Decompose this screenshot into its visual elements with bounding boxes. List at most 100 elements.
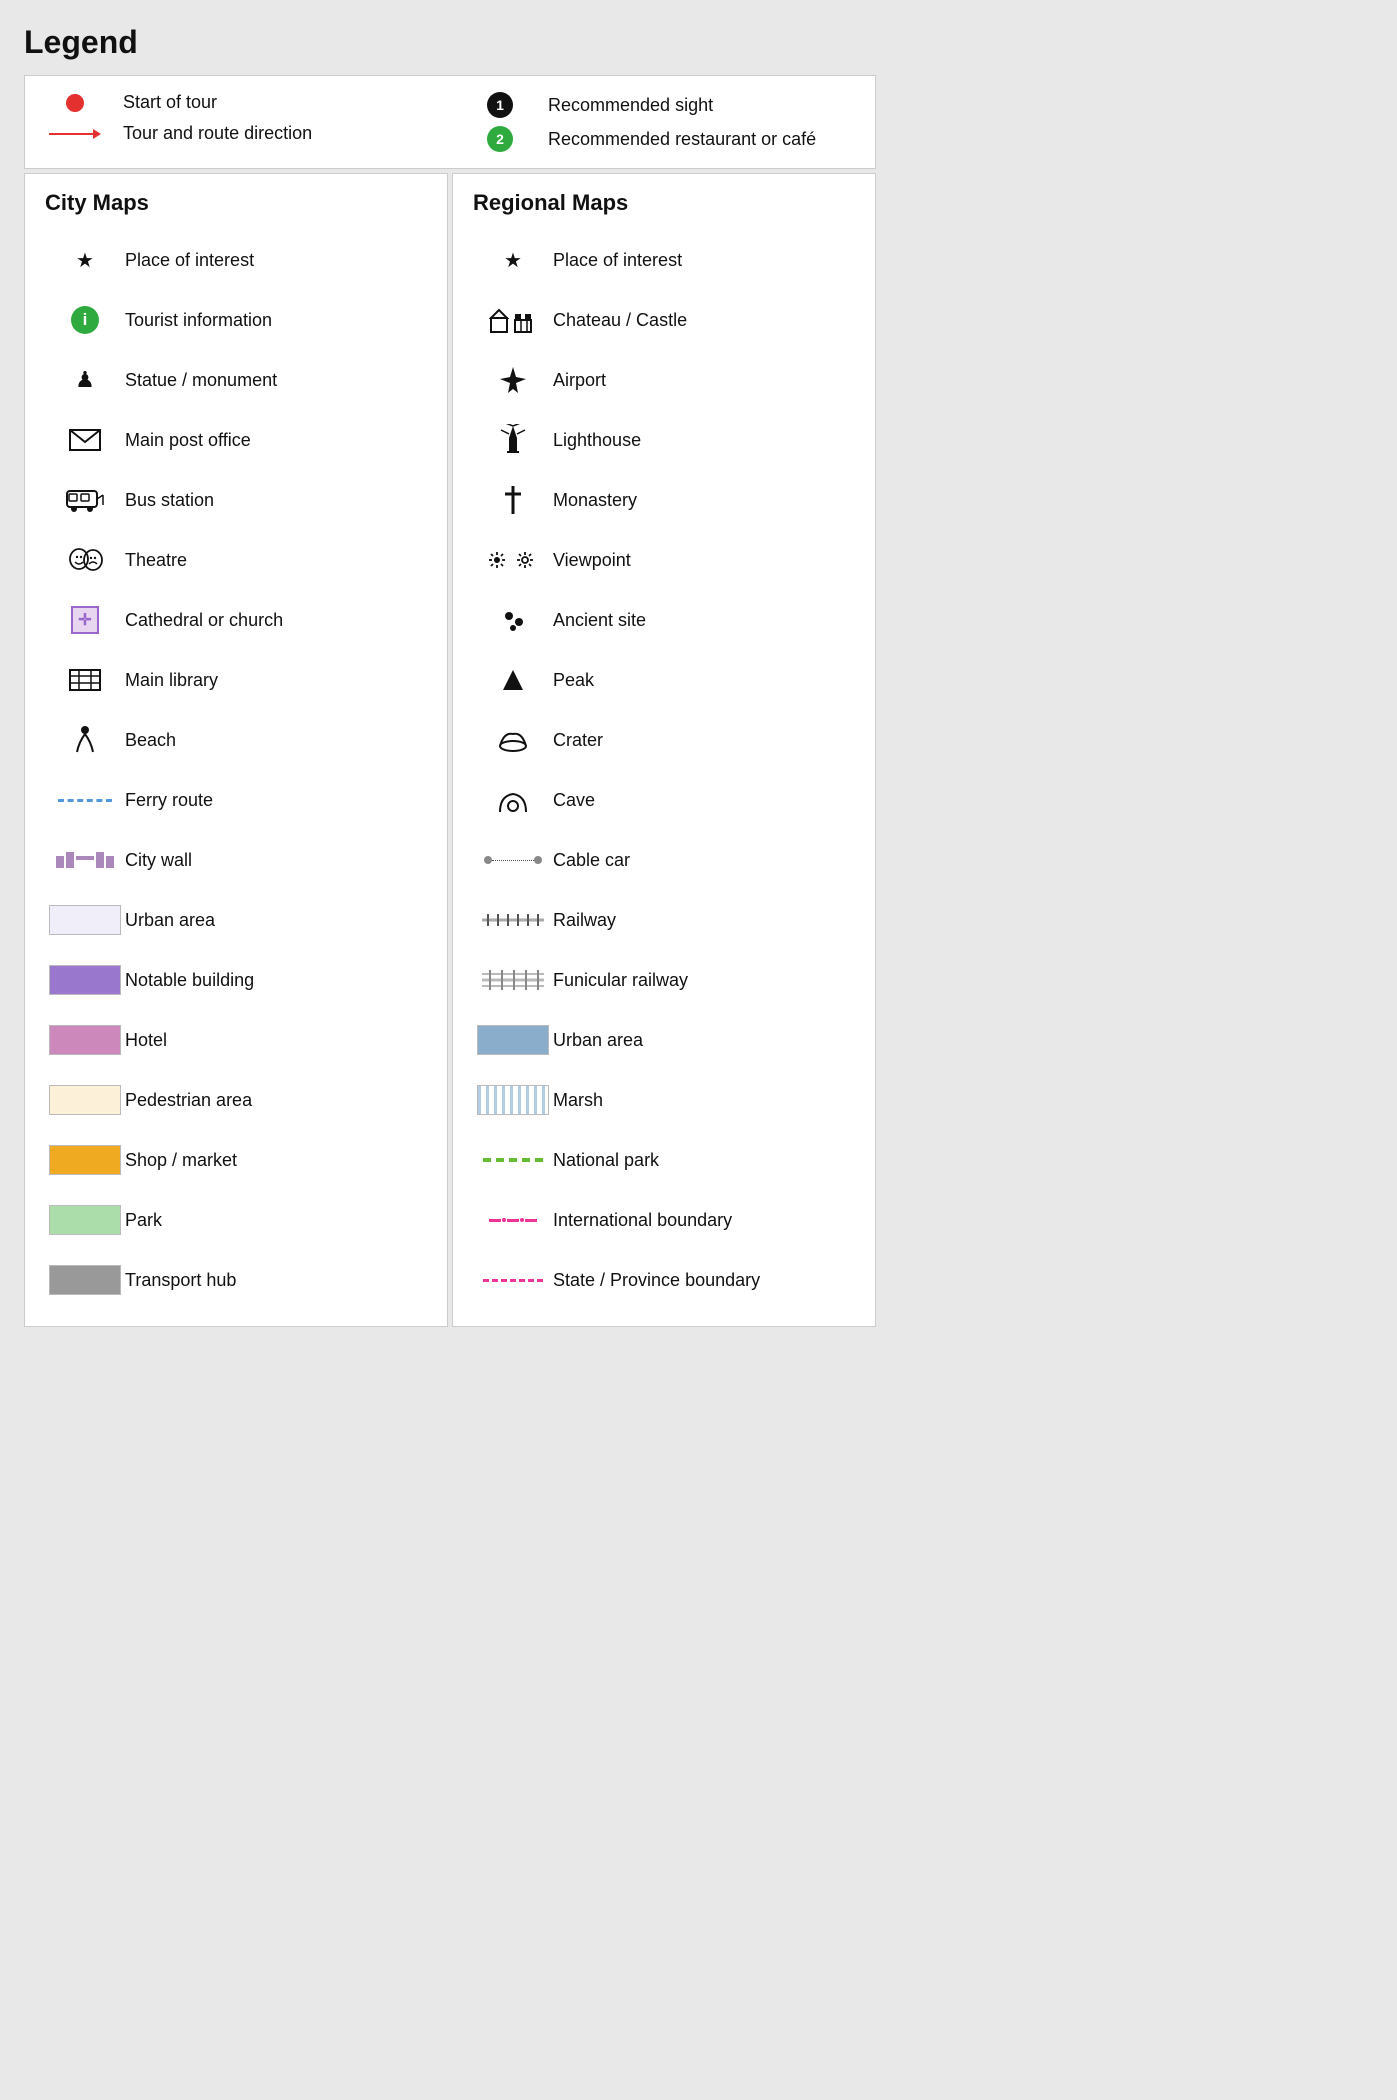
- regional-state-boundary: State / Province boundary: [473, 1250, 855, 1310]
- park-label: Park: [125, 1210, 427, 1231]
- statue-icon: ♟: [45, 367, 125, 393]
- regional-crater: Crater: [473, 710, 855, 770]
- city-theatre: Theatre: [45, 530, 427, 590]
- pedestrian-label: Pedestrian area: [125, 1090, 427, 1111]
- city-urban: Urban area: [45, 890, 427, 950]
- top-left: Start of tour Tour and route direction: [45, 92, 430, 152]
- city-statue: ♟ Statue / monument: [45, 350, 427, 410]
- crater-label: Crater: [553, 730, 855, 751]
- intl-boundary-icon: [473, 1218, 553, 1222]
- regional-railway: Railway: [473, 890, 855, 950]
- monastery-icon: [473, 484, 553, 516]
- regional-urban: Urban area: [473, 1010, 855, 1070]
- city-shop: Shop / market: [45, 1130, 427, 1190]
- recommended-sight-icon: 1: [470, 92, 530, 118]
- peak-label: Peak: [553, 670, 855, 691]
- regional-urban-icon: [473, 1025, 553, 1055]
- airport-label: Airport: [553, 370, 855, 391]
- top-section: Start of tour Tour and route direction 1…: [24, 75, 876, 169]
- regional-maps-title: Regional Maps: [473, 190, 855, 216]
- city-wall: City wall: [45, 830, 427, 890]
- regional-urban-label: Urban area: [553, 1030, 855, 1051]
- castle-label: Chateau / Castle: [553, 310, 855, 331]
- transport-icon: [45, 1265, 125, 1295]
- bottom-section: City Maps ★ Place of interest i Tourist …: [24, 173, 876, 1327]
- regional-maps-column: Regional Maps ★ Place of interest: [452, 173, 876, 1327]
- city-star-icon: ★: [45, 248, 125, 273]
- city-pedestrian: Pedestrian area: [45, 1070, 427, 1130]
- urban-area-icon: [45, 905, 125, 935]
- funicular-icon: [473, 970, 553, 990]
- tourist-info-label: Tourist information: [125, 310, 427, 331]
- library-label: Main library: [125, 670, 427, 691]
- city-cathedral: ✛ Cathedral or church: [45, 590, 427, 650]
- bus-station-label: Bus station: [125, 490, 427, 511]
- peak-icon: [473, 666, 553, 694]
- recommended-restaurant-icon: 2: [470, 126, 530, 152]
- cave-icon: [473, 786, 553, 814]
- funicular-label: Funicular railway: [553, 970, 855, 991]
- crater-icon: [473, 726, 553, 754]
- shop-icon: [45, 1145, 125, 1175]
- railway-label: Railway: [553, 910, 855, 931]
- recommended-restaurant-row: 2 Recommended restaurant or café: [470, 126, 855, 152]
- recommended-sight-label: Recommended sight: [548, 95, 855, 116]
- railway-icon: [473, 912, 553, 928]
- regional-castle: Chateau / Castle: [473, 290, 855, 350]
- national-park-label: National park: [553, 1150, 855, 1171]
- ancient-site-label: Ancient site: [553, 610, 855, 631]
- city-ferry: Ferry route: [45, 770, 427, 830]
- regional-national-park: National park: [473, 1130, 855, 1190]
- transport-label: Transport hub: [125, 1270, 427, 1291]
- top-right: 1 Recommended sight 2 Recommended restau…: [430, 92, 855, 152]
- intl-boundary-label: International boundary: [553, 1210, 855, 1231]
- cathedral-icon: ✛: [45, 606, 125, 634]
- lighthouse-icon: [473, 424, 553, 456]
- national-park-icon: [473, 1158, 553, 1162]
- cablecar-label: Cable car: [553, 850, 855, 871]
- tourist-info-icon: i: [45, 306, 125, 334]
- notable-building-icon: [45, 965, 125, 995]
- marsh-label: Marsh: [553, 1090, 855, 1111]
- city-tourist-info: i Tourist information: [45, 290, 427, 350]
- ancient-site-icon: [473, 606, 553, 634]
- regional-ancient: Ancient site: [473, 590, 855, 650]
- city-library: Main library: [45, 650, 427, 710]
- urban-area-label: Urban area: [125, 910, 427, 931]
- state-boundary-label: State / Province boundary: [553, 1270, 855, 1291]
- city-notable-building: Notable building: [45, 950, 427, 1010]
- city-post-office: Main post office: [45, 410, 427, 470]
- cablecar-icon: [473, 856, 553, 864]
- city-maps-title: City Maps: [45, 190, 427, 216]
- regional-airport: Airport: [473, 350, 855, 410]
- city-place-of-interest: ★ Place of interest: [45, 230, 427, 290]
- library-icon: [45, 666, 125, 694]
- regional-cablecar: Cable car: [473, 830, 855, 890]
- red-arrow-icon: [45, 129, 105, 139]
- regional-viewpoint: Viewpoint: [473, 530, 855, 590]
- recommended-sight-row: 1 Recommended sight: [470, 92, 855, 118]
- post-office-label: Main post office: [125, 430, 427, 451]
- hotel-label: Hotel: [125, 1030, 427, 1051]
- notable-building-label: Notable building: [125, 970, 427, 991]
- start-of-tour-row: Start of tour: [45, 92, 430, 113]
- marsh-icon: [473, 1085, 553, 1115]
- city-place-of-interest-label: Place of interest: [125, 250, 427, 271]
- beach-label: Beach: [125, 730, 427, 751]
- regional-cave: Cave: [473, 770, 855, 830]
- city-bus-station: Bus station: [45, 470, 427, 530]
- theatre-icon: [45, 546, 125, 574]
- hotel-icon: [45, 1025, 125, 1055]
- recommended-restaurant-label: Recommended restaurant or café: [548, 129, 855, 150]
- bus-station-icon: [45, 487, 125, 513]
- regional-funicular: Funicular railway: [473, 950, 855, 1010]
- cathedral-label: Cathedral or church: [125, 610, 427, 631]
- ferry-label: Ferry route: [125, 790, 427, 811]
- regional-intl-boundary: International boundary: [473, 1190, 855, 1250]
- statue-label: Statue / monument: [125, 370, 427, 391]
- viewpoint-icon: [473, 546, 553, 574]
- citywall-icon: [45, 852, 125, 868]
- regional-peak: Peak: [473, 650, 855, 710]
- city-hotel: Hotel: [45, 1010, 427, 1070]
- pedestrian-icon: [45, 1085, 125, 1115]
